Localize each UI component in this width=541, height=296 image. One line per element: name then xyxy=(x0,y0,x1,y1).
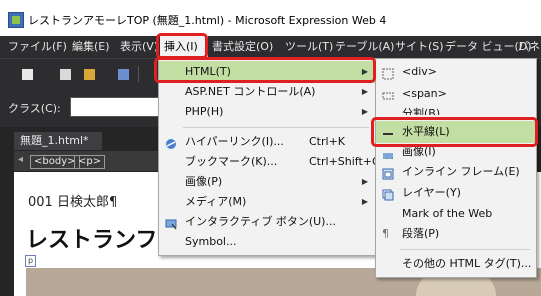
menu-item-php[interactable]: PHP(H) ▶ xyxy=(159,101,376,123)
page-heading: レストランフ xyxy=(26,228,158,253)
menu-item-aspnet[interactable]: ASP.NET コントロール(A) ▶ xyxy=(159,81,376,103)
submenu-arrow-icon: ▶ xyxy=(361,177,368,186)
new-page-icon[interactable] xyxy=(22,69,33,80)
menu-bar: ファイル(F) 編集(E) 表示(V) 挿入(I) 書式設定(O) ツール(T)… xyxy=(0,36,541,59)
menu-item-div[interactable]: <div> xyxy=(376,61,536,83)
menu-item-symbol[interactable]: Symbol... xyxy=(159,231,376,253)
horizontal-line-callout xyxy=(371,117,538,147)
menu-item-label: 段落(P) xyxy=(402,227,440,240)
menu-tools[interactable]: ツール(T) xyxy=(285,36,333,58)
menu-item-label: <div> xyxy=(402,65,437,78)
menu-item-interactive-button[interactable]: インタラクティブ ボタン(U)... xyxy=(159,211,376,233)
document-tab-label: 無題_1.html* xyxy=(20,134,89,147)
tab-document[interactable]: 無題_1.html* × xyxy=(14,132,102,165)
paragraph-marker: p xyxy=(25,255,36,267)
break-icon xyxy=(382,108,394,115)
menu-item-inline-frame[interactable]: インライン フレーム(E) xyxy=(376,161,536,183)
inline-frame-icon xyxy=(382,166,394,180)
menu-view[interactable]: 表示(V) xyxy=(120,36,158,58)
menu-item-bookmark[interactable]: ブックマーク(K)... Ctrl+Shift+G xyxy=(159,151,381,173)
menu-item-label: レイヤー(Y) xyxy=(402,186,461,199)
expression-web-app-icon xyxy=(8,12,24,28)
menu-item-label: Mark of the Web xyxy=(402,207,493,220)
menu-item-shortcut: Ctrl+K xyxy=(309,135,346,148)
image-icon xyxy=(382,150,394,159)
menu-item-image[interactable]: 画像(P) ▶ xyxy=(159,171,376,193)
open-folder-icon[interactable] xyxy=(84,69,95,80)
menu-item-label: インタラクティブ ボタン(U)... xyxy=(185,215,336,228)
title-bar: レストランアモーレTOP (無題_1.html) - Microsoft Exp… xyxy=(0,0,541,36)
menu-item-label: 画像(P) xyxy=(185,175,223,188)
submenu-arrow-icon: ▶ xyxy=(361,87,368,96)
menu-item-other-html-tags[interactable]: その他の HTML タグ(T)... xyxy=(376,253,536,275)
menu-item-paragraph[interactable]: ¶ 段落(P) xyxy=(376,223,536,245)
menu-format[interactable]: 書式設定(O) xyxy=(212,36,273,58)
menu-item-span[interactable]: <span> xyxy=(376,83,536,105)
insert-menu: HTML(T) ▶ ASP.NET コントロール(A) ▶ PHP(H) ▶ ハ… xyxy=(158,58,381,256)
menu-item-media[interactable]: メディア(M) ▶ xyxy=(159,191,376,213)
submenu-arrow-icon: ▶ xyxy=(361,107,368,116)
quick-tag-selector: ◂ <body> <p> xyxy=(14,151,164,171)
tag-body[interactable]: <body> xyxy=(30,155,80,169)
submenu-arrow-icon: ▶ xyxy=(361,197,368,206)
save-icon[interactable] xyxy=(118,69,129,80)
menu-separator xyxy=(400,249,530,250)
menu-separator xyxy=(183,127,369,128)
class-label: クラス(C): xyxy=(8,102,61,115)
menu-item-label: メディア(M) xyxy=(185,195,247,208)
toolbar-separator xyxy=(138,66,139,82)
menu-table[interactable]: テーブル(A) xyxy=(335,36,394,58)
menu-edit[interactable]: 編集(E) xyxy=(72,36,110,58)
hyperlink-icon xyxy=(165,136,177,149)
menu-panels[interactable]: パネ xyxy=(518,36,540,58)
menu-item-label: ASP.NET コントロール(A) xyxy=(185,85,316,98)
menu-item-label: PHP(H) xyxy=(185,105,224,118)
menu-item-label: 画像(I) xyxy=(402,145,436,158)
menu-site[interactable]: サイト(S) xyxy=(395,36,444,58)
tag-p[interactable]: <p> xyxy=(74,155,106,169)
menu-file[interactable]: ファイル(F) xyxy=(8,36,67,58)
class-select[interactable] xyxy=(70,97,162,117)
window-title: レストランアモーレTOP (無題_1.html) - Microsoft Exp… xyxy=(28,14,387,27)
menu-item-label: インライン フレーム(E) xyxy=(402,165,520,178)
menu-item-hyperlink[interactable]: ハイパーリンク(I)... Ctrl+K xyxy=(159,131,376,153)
menu-item-label: ハイパーリンク(I)... xyxy=(185,135,284,148)
paragraph-icon: ¶ xyxy=(382,227,389,240)
menu-item-mark-of-the-web[interactable]: Mark of the Web xyxy=(376,203,536,225)
menu-item-image[interactable]: 画像(I) xyxy=(376,145,536,159)
menu-item-label: Symbol... xyxy=(185,235,237,248)
menu-item-shortcut: Ctrl+Shift+G xyxy=(309,155,381,168)
html-submenu: <div> <span> 分割(B) 水平線(L) 画像(I) インライン フレ… xyxy=(375,58,537,278)
layer-icon xyxy=(382,187,394,201)
tag-nav-arrow-icon[interactable]: ◂ xyxy=(18,154,23,165)
menu-item-label: その他の HTML タグ(T)... xyxy=(402,257,532,270)
html-item-callout xyxy=(154,57,376,83)
menu-item-label: 分割(B) xyxy=(402,107,441,115)
insert-menu-callout xyxy=(156,33,208,59)
interactive-button-icon xyxy=(165,216,177,230)
new-site-icon[interactable] xyxy=(60,69,71,80)
menu-item-label: ブックマーク(K)... xyxy=(185,155,278,168)
author-line: 001 日検太郎¶ xyxy=(28,195,118,210)
span-icon xyxy=(382,88,394,100)
menu-item-break[interactable]: 分割(B) xyxy=(376,103,536,115)
div-icon xyxy=(382,66,394,80)
menu-item-layer[interactable]: レイヤー(Y) xyxy=(376,182,536,204)
menu-item-label: <span> xyxy=(402,87,447,100)
